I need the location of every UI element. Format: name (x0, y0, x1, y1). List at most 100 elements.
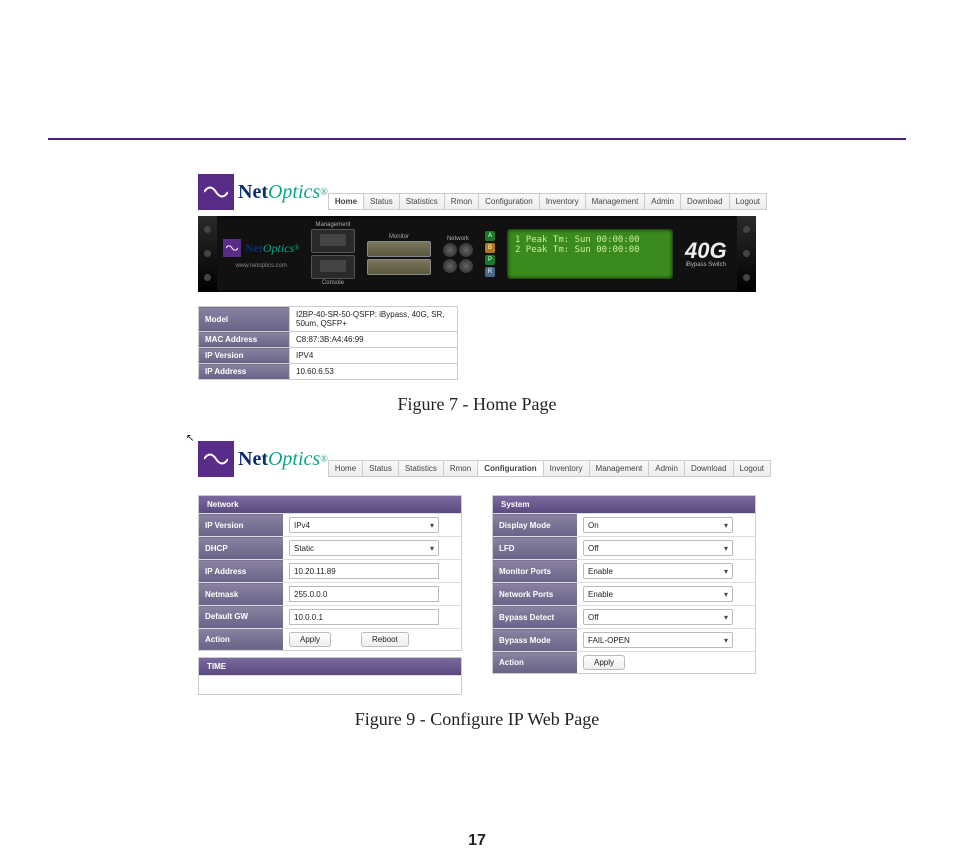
network-panel-header: Network (199, 496, 461, 513)
nav-tab-status[interactable]: Status (363, 193, 399, 210)
nav-tab-logout[interactable]: Logout (733, 460, 771, 477)
monitor-ports: Monitor (361, 234, 437, 275)
status-leds: A B P R (479, 231, 501, 277)
chevron-down-icon: ▾ (430, 544, 434, 553)
qsfp-port (367, 241, 431, 257)
nav-tab-home[interactable]: Home (328, 193, 363, 210)
logo-optics: Optics (268, 181, 320, 204)
reboot-button[interactable]: Reboot (361, 632, 409, 647)
nav-tab-admin[interactable]: Admin (644, 193, 680, 210)
system-panel-header: System (493, 496, 755, 513)
logo-net: Net (238, 181, 268, 204)
chevron-down-icon: ▾ (724, 636, 728, 645)
optical-port (443, 243, 457, 257)
chevron-down-icon: ▾ (430, 521, 434, 530)
network-panel: Network IP Version IPv4▾ DHCP Static▾ IP… (198, 495, 462, 651)
display-mode-select[interactable]: On▾ (583, 517, 733, 533)
chevron-down-icon: ▾ (724, 544, 728, 553)
brand-logo: Net Optics ® (198, 174, 328, 210)
management-ports: Management Console (305, 222, 361, 286)
ip-address-input[interactable]: 10.20.11.89 (289, 563, 439, 579)
bypass-detect-select[interactable]: Off▾ (583, 609, 733, 625)
figure-7: Net Optics ® HomeStatusStatisticsRmonCon… (198, 174, 756, 380)
nav-tab-admin[interactable]: Admin (648, 460, 684, 477)
dhcp-select[interactable]: Static▾ (289, 540, 439, 556)
led-p: P (485, 255, 495, 265)
chevron-down-icon: ▾ (724, 567, 728, 576)
rack-ear-right (737, 216, 756, 292)
chevron-down-icon: ▾ (724, 521, 728, 530)
bypass-mode-select[interactable]: FAIL-OPEN▾ (583, 632, 733, 648)
device-url: www.netoptics.com (236, 263, 287, 269)
nav-tab-statistics[interactable]: Statistics (399, 193, 444, 210)
lfd-select[interactable]: Off▾ (583, 540, 733, 556)
nav-tab-download[interactable]: Download (684, 460, 733, 477)
monitor-ports-select[interactable]: Enable▾ (583, 563, 733, 579)
nav-tab-logout[interactable]: Logout (729, 193, 767, 210)
nav-tab-configuration[interactable]: Configuration (477, 460, 542, 477)
page-number: 17 (0, 832, 954, 850)
rj45-port (311, 229, 355, 253)
nav-tab-inventory[interactable]: Inventory (543, 460, 589, 477)
logo-registered: ® (320, 187, 328, 198)
device-brand: Net Optics ® www.netoptics.com (217, 239, 305, 269)
product-tag: 40G iBypass Switch (685, 240, 727, 268)
rack-ear-left (198, 216, 217, 292)
time-panel: TIME (198, 657, 462, 695)
apply-button[interactable]: Apply (289, 632, 331, 647)
figure-9-caption: Figure 9 - Configure IP Web Page (355, 709, 600, 730)
nav-tab-management[interactable]: Management (585, 193, 645, 210)
optical-port (443, 259, 457, 273)
apply-button[interactable]: Apply (583, 655, 625, 670)
network-ports: Network (437, 236, 479, 273)
figure-9: ↖ Net Optics ® HomeStatusStatisticsRmonC… (198, 441, 756, 695)
chevron-down-icon: ▾ (724, 590, 728, 599)
nav-tab-rmon[interactable]: Rmon (444, 193, 478, 210)
nav-bar-fig9: HomeStatusStatisticsRmonConfigurationInv… (328, 460, 771, 477)
brand-logo: Net Optics ® (198, 441, 328, 477)
lcd-display: 1 Peak Tm: Sun 00:00:00 2 Peak Tm: Sun 0… (507, 229, 673, 279)
info-value: IPV4 (290, 348, 458, 364)
rj45-port (311, 255, 355, 279)
nav-tab-management[interactable]: Management (589, 460, 649, 477)
default-gw-input[interactable]: 10.0.0.1 (289, 609, 439, 625)
nav-tab-statistics[interactable]: Statistics (398, 460, 443, 477)
device-front-panel: Net Optics ® www.netoptics.com Managemen… (198, 216, 756, 292)
nav-tab-home[interactable]: Home (328, 460, 362, 477)
led-a: A (485, 231, 495, 241)
nav-tab-configuration[interactable]: Configuration (478, 193, 539, 210)
info-value: I2BP-40-SR-50-QSFP: iBypass, 40G, SR, 50… (290, 307, 458, 332)
wave-icon (198, 441, 234, 477)
cursor-icon: ↖ (186, 433, 194, 444)
wave-icon (198, 174, 234, 210)
network-ports-select[interactable]: Enable▾ (583, 586, 733, 602)
info-value: 10.60.6.53 (290, 364, 458, 380)
info-value: C8:87:3B:A4:46:99 (290, 332, 458, 348)
nav-tab-status[interactable]: Status (362, 460, 398, 477)
nav-tab-inventory[interactable]: Inventory (539, 193, 585, 210)
info-label: Model (199, 307, 290, 332)
document-page: Net Optics ® HomeStatusStatisticsRmonCon… (0, 0, 954, 868)
system-panel: System Display Mode On▾ LFD Off▾ Monitor… (492, 495, 756, 674)
top-rule (48, 138, 906, 140)
nav-bar-fig7: HomeStatusStatisticsRmonConfigurationInv… (328, 193, 767, 210)
ip-version-select[interactable]: IPv4▾ (289, 517, 439, 533)
optical-port (459, 243, 473, 257)
info-label: IP Address (199, 364, 290, 380)
nav-tab-download[interactable]: Download (680, 193, 729, 210)
wave-icon (223, 239, 241, 257)
info-label: MAC Address (199, 332, 290, 348)
netmask-input[interactable]: 255.0.0.0 (289, 586, 439, 602)
lcd-line-2: 2 Peak Tm: Sun 00:00:00 (515, 245, 665, 255)
led-r: R (485, 267, 495, 277)
led-b: B (485, 243, 495, 253)
device-info-table: ModelI2BP-40-SR-50-QSFP: iBypass, 40G, S… (198, 306, 458, 380)
nav-tab-rmon[interactable]: Rmon (443, 460, 477, 477)
optical-port (459, 259, 473, 273)
chevron-down-icon: ▾ (724, 613, 728, 622)
lcd-line-1: 1 Peak Tm: Sun 00:00:00 (515, 235, 665, 245)
time-panel-header: TIME (199, 658, 461, 675)
figure-7-caption: Figure 7 - Home Page (398, 394, 557, 415)
qsfp-port (367, 259, 431, 275)
info-label: IP Version (199, 348, 290, 364)
